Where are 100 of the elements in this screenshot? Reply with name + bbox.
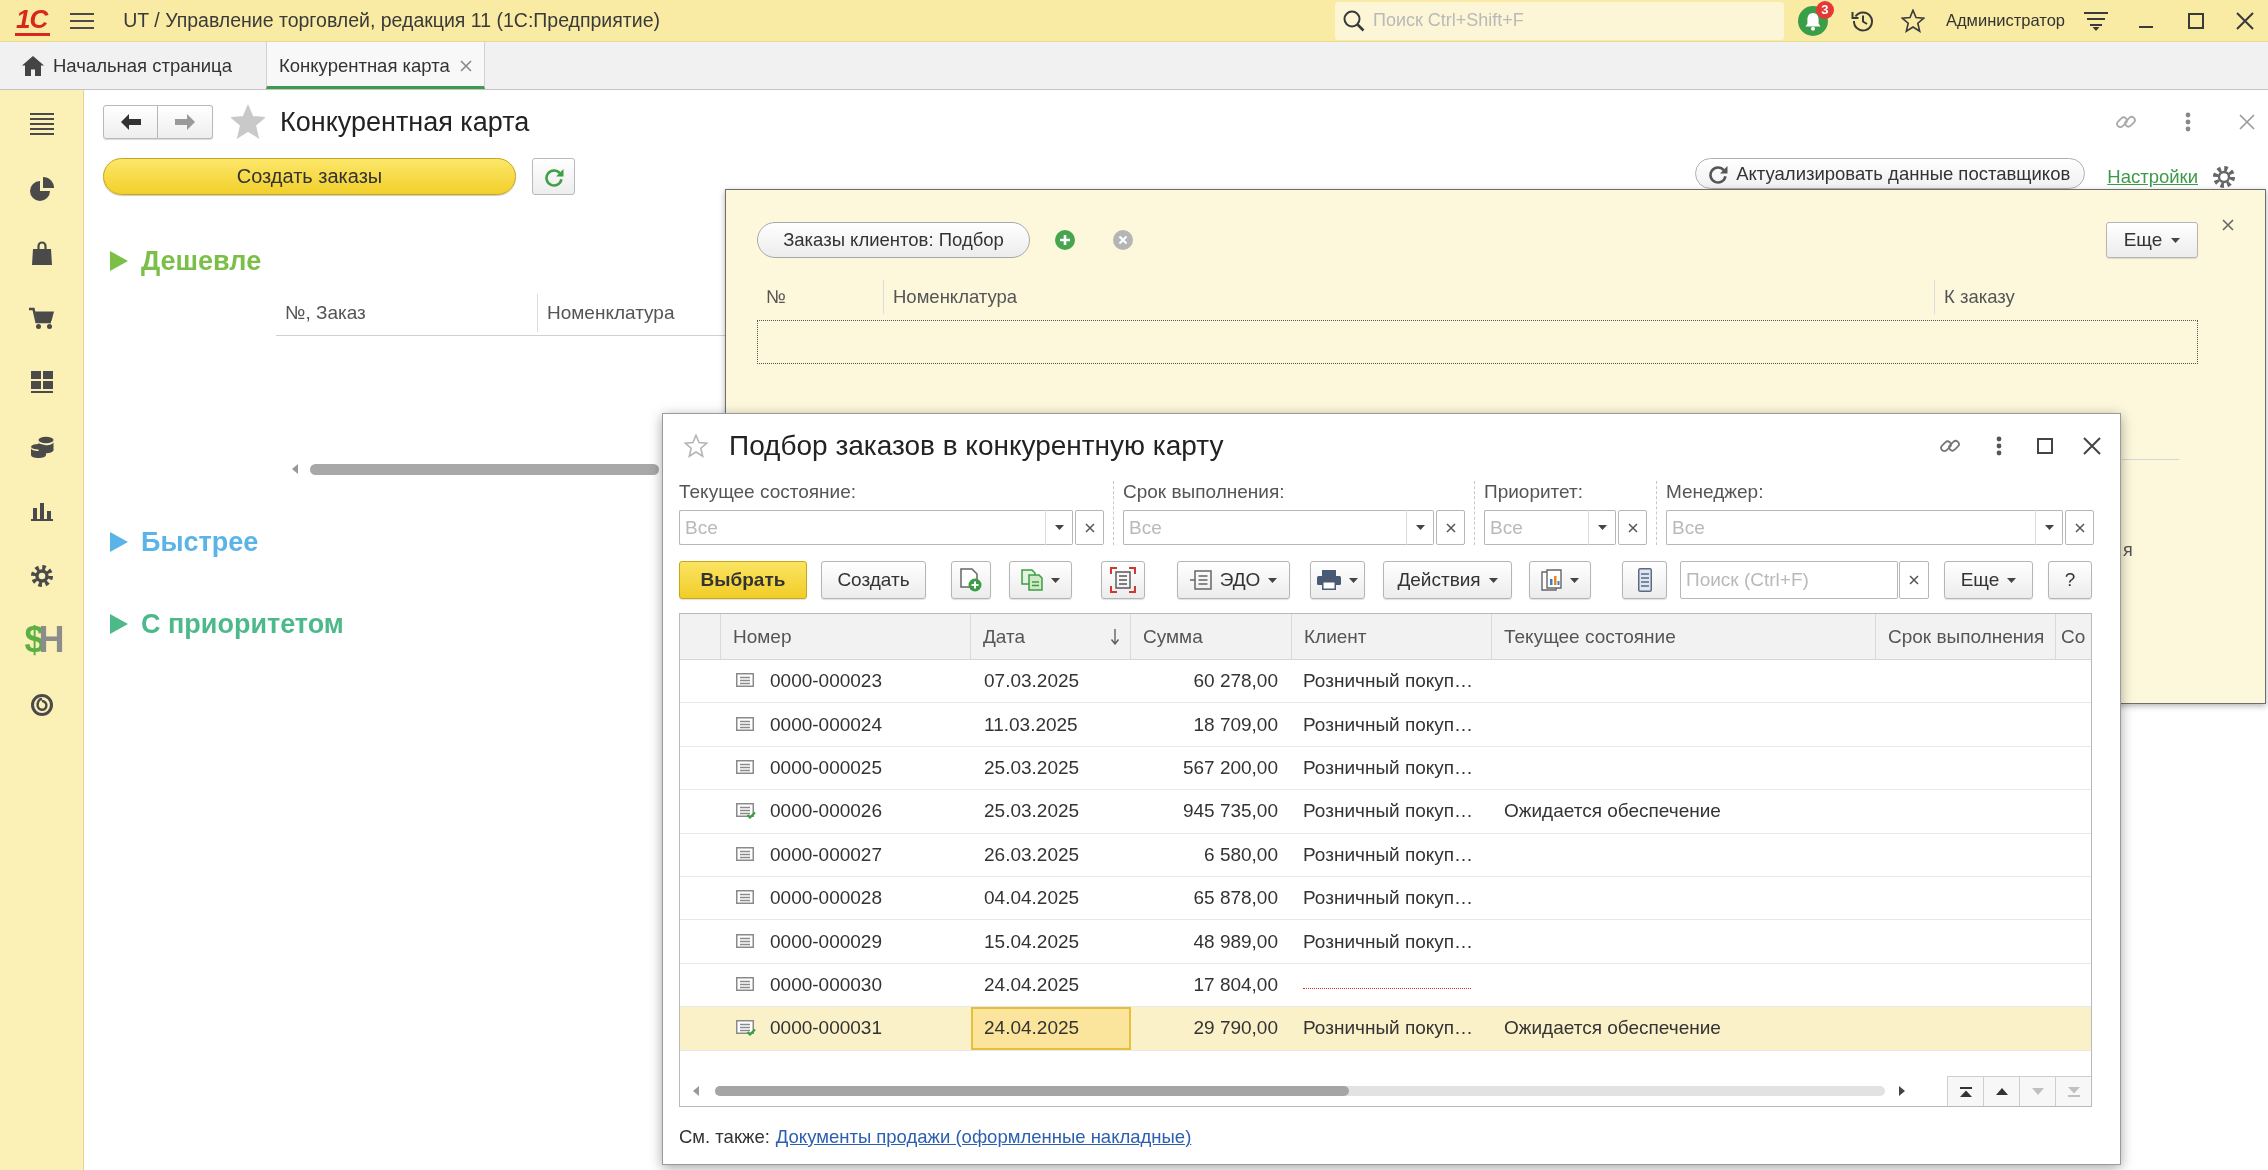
- settings-link[interactable]: Настройки: [2107, 165, 2198, 188]
- order-number: 0000-000030: [770, 973, 882, 996]
- toolbar-button[interactable]: ?: [2048, 561, 2092, 599]
- close-icon[interactable]: [2235, 11, 2254, 30]
- update-button[interactable]: Актуализировать данные поставщиков: [1695, 158, 2086, 189]
- arrow-bottom-icon: [2067, 1086, 2080, 1097]
- column-header[interactable]: №: [757, 280, 884, 314]
- dropdown-button[interactable]: Действия: [1383, 561, 1512, 599]
- toolbar-button[interactable]: [1622, 561, 1667, 599]
- scrollbar[interactable]: [310, 463, 659, 475]
- more-icon[interactable]: [1996, 436, 2002, 456]
- empty-row[interactable]: [757, 320, 2198, 364]
- gear-icon[interactable]: [30, 564, 53, 587]
- clear-icon: [1909, 575, 1919, 585]
- order-date: 15.04.2025: [984, 930, 1080, 953]
- shopping-bag-icon[interactable]: [31, 241, 52, 266]
- more-button[interactable]: Еще: [2106, 222, 2198, 258]
- maximize-icon[interactable]: [2037, 438, 2053, 454]
- menu-icon[interactable]: [70, 11, 95, 30]
- close-icon[interactable]: [2222, 219, 2234, 231]
- focused-cell[interactable]: 24.04.2025: [971, 1007, 1131, 1050]
- selection-button[interactable]: Заказы клиентов: Подбор: [757, 222, 1030, 258]
- search-field[interactable]: Поиск (Ctrl+F): [1680, 561, 1898, 599]
- triangle-left-icon[interactable]: [693, 1086, 699, 1096]
- maximize-icon[interactable]: [2188, 12, 2204, 29]
- clear-button[interactable]: [1075, 510, 1104, 545]
- scrollbar[interactable]: [715, 1086, 1885, 1096]
- refresh-button[interactable]: [532, 158, 575, 195]
- column-header[interactable]: Сумма: [1131, 614, 1292, 659]
- more-icon[interactable]: [2185, 112, 2191, 132]
- order-number: 0000-000024: [770, 713, 882, 736]
- back-button[interactable]: [103, 105, 158, 139]
- tab[interactable]: Конкурентная карта: [266, 42, 485, 89]
- dropdown-button[interactable]: [1406, 510, 1434, 545]
- client-name: Розничный покуп…: [1303, 800, 1474, 823]
- triangle-right-icon[interactable]: [1899, 1086, 1905, 1096]
- window-title: UT / Управление торговлей, редакция 11 (1С:Предприятие): [123, 9, 661, 32]
- sales-documents-link[interactable]: Документы продажи (оформленные накладные): [775, 1126, 1192, 1148]
- triangle-icon[interactable]: [110, 532, 128, 552]
- column-header[interactable]: Текущее состояние: [1492, 614, 1876, 659]
- pie-chart-icon[interactable]: [29, 176, 54, 201]
- bar-chart-icon[interactable]: [30, 501, 53, 522]
- filter-field[interactable]: Все: [679, 510, 1045, 545]
- primary-button[interactable]: Выбрать: [679, 561, 807, 599]
- add-icon[interactable]: [1055, 230, 1075, 250]
- column-header[interactable]: Дата: [971, 614, 1131, 659]
- clear-button[interactable]: [1618, 510, 1647, 545]
- settings-icon[interactable]: [2213, 165, 2235, 188]
- column-header[interactable]: №, Заказ: [276, 294, 538, 332]
- scrollbar-thumb[interactable]: [715, 1086, 1349, 1096]
- close-icon[interactable]: [2083, 437, 2101, 455]
- dropdown-button[interactable]: [1310, 561, 1365, 599]
- grid-icon[interactable]: [30, 371, 53, 394]
- report-icon: [1541, 569, 1562, 591]
- column-header[interactable]: Клиент: [1292, 614, 1492, 659]
- toolbar-button[interactable]: [951, 561, 991, 599]
- caret-icon: [1570, 577, 1579, 583]
- column-header[interactable]: К заказу: [1935, 280, 2198, 314]
- search-field[interactable]: Поиск Ctrl+Shift+F: [1334, 1, 1784, 40]
- dropdown-button[interactable]: [1529, 561, 1591, 599]
- clear-button[interactable]: [1899, 561, 1929, 599]
- filter-label: Текущее состояние:: [679, 481, 858, 503]
- triangle-down-icon: [2031, 1088, 2044, 1095]
- filter-field[interactable]: Все: [1484, 510, 1588, 545]
- column-header[interactable]: Номенклатура: [884, 280, 1935, 314]
- dropdown-button[interactable]: [1045, 510, 1073, 545]
- triangle-icon[interactable]: [110, 614, 128, 634]
- filter-field[interactable]: Все: [1666, 510, 2035, 545]
- dropdown-button[interactable]: ЭДО: [1177, 561, 1290, 599]
- scroll-up-button[interactable]: [1983, 1076, 2019, 1106]
- triangle-left-icon[interactable]: [292, 464, 298, 474]
- coins-icon[interactable]: [29, 435, 54, 458]
- scroll-top-button[interactable]: [1947, 1076, 1983, 1106]
- star-icon[interactable]: [1900, 8, 1925, 33]
- dropdown-button[interactable]: [1588, 510, 1616, 545]
- spiral-icon[interactable]: [30, 693, 53, 716]
- list-menu-icon[interactable]: [2084, 10, 2108, 31]
- caret-icon: [1415, 525, 1425, 530]
- column-header[interactable]: Номер: [721, 614, 971, 659]
- dropdown-button[interactable]: [2035, 510, 2063, 545]
- printer-icon: [1317, 570, 1341, 590]
- user-name[interactable]: Администратор: [1945, 11, 2065, 30]
- toolbar-button[interactable]: [1101, 561, 1145, 599]
- cart-icon[interactable]: [28, 306, 55, 329]
- clear-button[interactable]: [2065, 510, 2094, 545]
- column-header[interactable]: Номенклатура: [538, 291, 725, 335]
- create-orders-button[interactable]: Создать заказы: [103, 158, 516, 195]
- column-header[interactable]: Срок выполнения: [1876, 614, 2056, 659]
- list-icon[interactable]: [29, 113, 54, 136]
- clear-button[interactable]: [1436, 510, 1465, 545]
- star-icon[interactable]: [684, 434, 708, 458]
- filter-field[interactable]: Все: [1123, 510, 1406, 545]
- caret-icon: [1349, 577, 1358, 583]
- table-row[interactable]: 0000-000031 24.04.2025 29 790,00 Розничный покуп… Ожидается обеспечение: [680, 1007, 2091, 1051]
- dropdown-button[interactable]: Еще: [1944, 561, 2033, 599]
- toolbar-button[interactable]: Создать: [821, 561, 926, 599]
- scan-icon: [1110, 567, 1136, 593]
- column-header[interactable]: Со: [2056, 614, 2091, 659]
- order-amount: 65 878,00: [1193, 887, 1278, 910]
- tab[interactable]: Начальная страница: [0, 42, 266, 89]
